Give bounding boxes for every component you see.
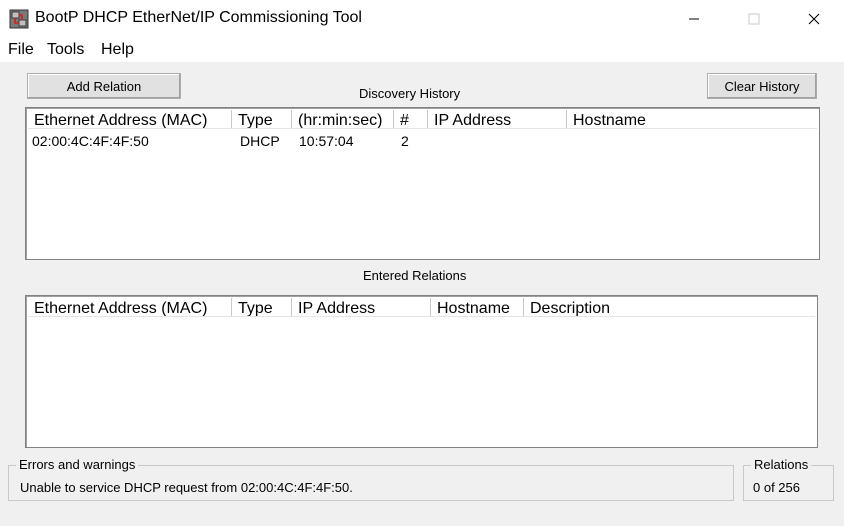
discovery-header: Ethernet Address (MAC) Type (hr:min:sec)…: [28, 110, 817, 128]
minimize-icon: [689, 18, 699, 20]
menu-help[interactable]: Help: [101, 41, 134, 59]
col-hostname[interactable]: Hostname: [431, 298, 524, 316]
menu-file[interactable]: File: [8, 41, 34, 59]
close-icon: [808, 13, 820, 25]
col-time[interactable]: (hr:min:sec): [292, 110, 394, 128]
errors-warnings-label: Errors and warnings: [16, 457, 139, 472]
menu-tools[interactable]: Tools: [47, 41, 84, 59]
relations-count: 0 of 256: [753, 480, 800, 495]
relations-count-group: Relations 0 of 256: [743, 457, 834, 501]
title-bar[interactable]: BootP DHCP EtherNet/IP Commissioning Too…: [0, 0, 844, 38]
close-button[interactable]: [784, 0, 844, 38]
col-count[interactable]: #: [394, 110, 428, 128]
entered-relations-list[interactable]: Ethernet Address (MAC) Type IP Address H…: [25, 295, 818, 448]
client-area: Add Relation Discovery History Clear His…: [0, 62, 844, 526]
app-network-icon: [9, 9, 29, 29]
header-divider: [28, 316, 815, 317]
table-row[interactable]: 02:00:4C:4F:4F:50 DHCP 10:57:04 2: [28, 133, 817, 151]
col-type[interactable]: Type: [232, 110, 292, 128]
header-divider: [28, 128, 817, 129]
cell-mac: 02:00:4C:4F:4F:50: [32, 133, 149, 149]
cell-type: DHCP: [240, 133, 280, 149]
col-ip-address[interactable]: IP Address: [428, 110, 567, 128]
col-ip-address[interactable]: IP Address: [292, 298, 431, 316]
col-mac[interactable]: Ethernet Address (MAC): [28, 298, 232, 316]
relations-label: Relations: [751, 457, 812, 472]
minimize-button[interactable]: [664, 0, 724, 38]
add-relation-button[interactable]: Add Relation: [27, 73, 181, 99]
col-hostname[interactable]: Hostname: [567, 110, 817, 128]
maximize-icon: [748, 13, 760, 25]
relations-header: Ethernet Address (MAC) Type IP Address H…: [28, 298, 815, 316]
cell-time: 10:57:04: [299, 133, 354, 149]
errors-warnings-group: Errors and warnings Unable to service DH…: [8, 457, 734, 501]
col-mac[interactable]: Ethernet Address (MAC): [28, 110, 232, 128]
cell-count: 2: [401, 133, 409, 149]
col-type[interactable]: Type: [232, 298, 292, 316]
entered-relations-title: Entered Relations: [363, 268, 467, 283]
discovery-history-title: Discovery History: [359, 86, 461, 101]
menu-bar: File Tools Help: [0, 38, 844, 62]
discovery-history-list[interactable]: Ethernet Address (MAC) Type (hr:min:sec)…: [25, 107, 820, 260]
col-description[interactable]: Description: [524, 298, 815, 316]
maximize-button[interactable]: [724, 0, 784, 38]
errors-message: Unable to service DHCP request from 02:0…: [20, 480, 353, 495]
window-title: BootP DHCP EtherNet/IP Commissioning Too…: [35, 9, 362, 26]
clear-history-button[interactable]: Clear History: [707, 73, 817, 99]
